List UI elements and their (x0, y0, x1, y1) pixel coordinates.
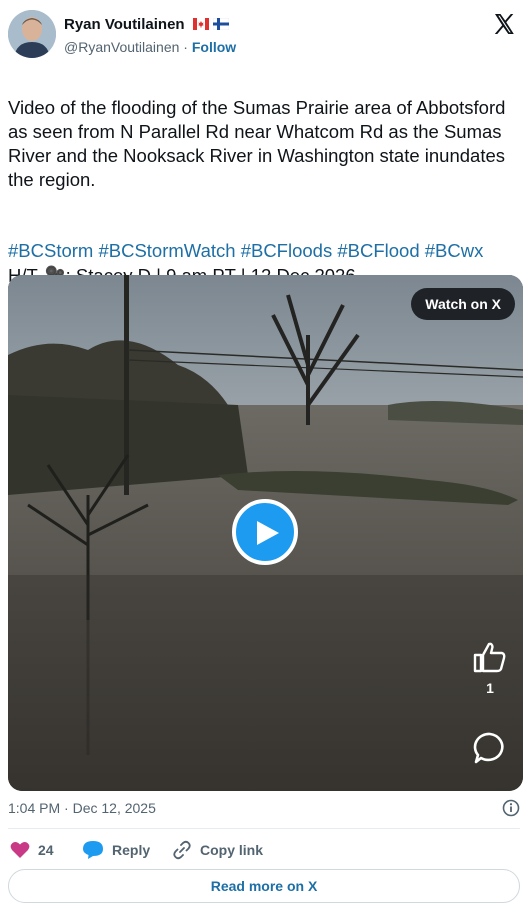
tweet-header: Ryan Voutilainen @RyanVoutilainen · Foll… (8, 10, 516, 60)
play-icon (257, 521, 279, 545)
author-handle[interactable]: @RyanVoutilainen (64, 39, 179, 55)
hashtag-link[interactable]: #BCwx (425, 240, 484, 261)
x-logo-icon[interactable] (492, 12, 516, 36)
tweet-actions: 24 Reply Copy link (8, 838, 520, 862)
video-player[interactable]: Watch on X 1 (8, 275, 523, 791)
hashtag-link[interactable]: #BCStorm (8, 240, 93, 261)
reply-button[interactable]: Reply (82, 838, 150, 862)
heart-icon (10, 842, 30, 858)
avatar[interactable] (8, 10, 56, 58)
link-icon (173, 840, 191, 860)
video-like-button[interactable]: 1 (470, 641, 510, 696)
like-button[interactable]: 24 (10, 838, 54, 862)
copy-link-label: Copy link (200, 842, 264, 858)
play-button[interactable] (232, 499, 298, 565)
hashtag-link[interactable]: #BCFlood (337, 240, 419, 261)
tweet-text: Video of the flooding of the Sumas Prair… (8, 97, 506, 190)
video-comment-button[interactable] (473, 731, 507, 765)
finland-flag-icon (212, 17, 230, 30)
hashtag-list: #BCStorm #BCStormWatch #BCFloods #BCFloo… (8, 239, 520, 263)
copy-link-button[interactable]: Copy link (172, 838, 263, 862)
reply-bubble-icon (83, 841, 103, 859)
video-like-count: 1 (486, 680, 494, 696)
reply-label: Reply (112, 842, 151, 858)
like-count: 24 (38, 842, 54, 858)
thumbs-up-icon (473, 642, 506, 673)
handle-separator: · (183, 39, 188, 55)
hashtag-link[interactable]: #BCStormWatch (98, 240, 235, 261)
comment-icon (473, 732, 504, 764)
info-icon[interactable] (502, 799, 520, 817)
watch-on-x-button[interactable]: Watch on X (411, 288, 515, 320)
tweet-timestamp[interactable]: 1:04 PM · Dec 12, 2025 (8, 800, 156, 816)
canada-flag-icon (192, 17, 209, 30)
hashtag-link[interactable]: #BCFloods (241, 240, 333, 261)
read-more-button[interactable]: Read more on X (8, 869, 520, 903)
flags (192, 17, 230, 34)
divider (8, 828, 520, 829)
author-name[interactable]: Ryan Voutilainen (64, 16, 185, 33)
follow-button[interactable]: Follow (192, 39, 236, 55)
